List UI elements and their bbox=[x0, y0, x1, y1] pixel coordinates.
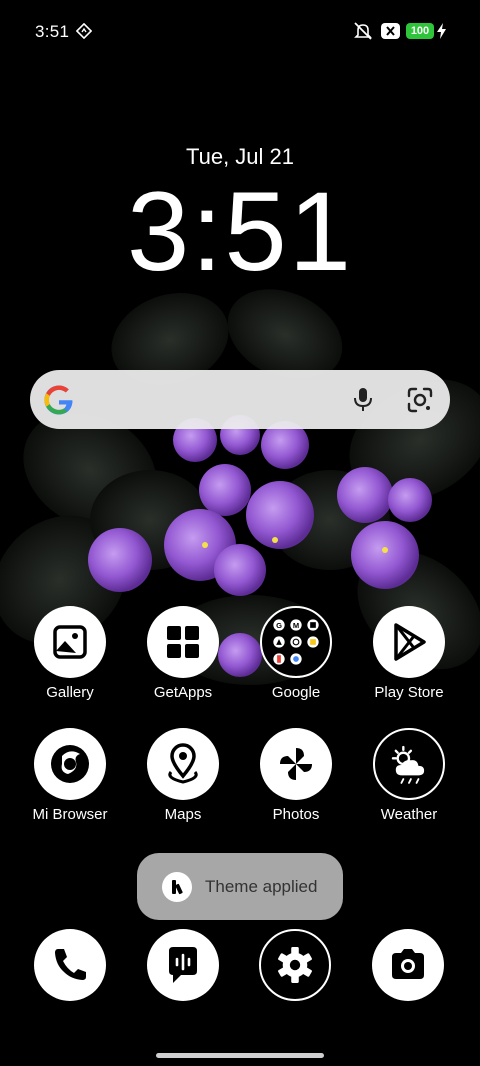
play-store-icon bbox=[373, 606, 445, 678]
svg-text:M: M bbox=[293, 621, 299, 630]
settings-icon bbox=[278, 947, 312, 983]
phone-icon bbox=[55, 949, 86, 980]
dock-settings[interactable] bbox=[259, 929, 331, 1001]
status-bar: 3:51 100 bbox=[0, 0, 480, 62]
app-label: Gallery bbox=[46, 684, 94, 701]
app-weather[interactable]: Weather bbox=[354, 728, 464, 823]
gallery-icon bbox=[34, 606, 106, 678]
clock-widget-time[interactable]: 3:51 bbox=[0, 172, 480, 292]
camera-icon bbox=[392, 949, 424, 979]
xbox-icon bbox=[381, 23, 400, 39]
app-gallery[interactable]: Gallery bbox=[15, 606, 125, 701]
app-label: Mi Browser bbox=[32, 806, 108, 823]
charging-bolt-icon bbox=[437, 23, 446, 39]
clock-widget-date[interactable]: Tue, Jul 21 bbox=[0, 144, 480, 170]
app-label: Weather bbox=[380, 806, 438, 823]
app-label: GetApps bbox=[153, 684, 213, 701]
google-search-bar[interactable] bbox=[30, 370, 450, 429]
svg-text:G: G bbox=[276, 621, 282, 630]
dock-messages[interactable] bbox=[147, 929, 219, 1001]
dock-camera[interactable] bbox=[372, 929, 444, 1001]
messages-icon bbox=[169, 947, 197, 983]
google-folder-icon: G M bbox=[260, 606, 332, 678]
mi-browser-icon bbox=[34, 728, 106, 800]
app-photos[interactable]: Photos bbox=[241, 728, 351, 823]
weather-icon bbox=[373, 728, 445, 800]
toast-notification: Theme applied bbox=[137, 853, 343, 920]
getapps-icon bbox=[147, 606, 219, 678]
maps-icon bbox=[147, 728, 219, 800]
app-play-store[interactable]: Play Store bbox=[354, 606, 464, 701]
app-label: Photos bbox=[272, 806, 320, 823]
folder-google[interactable]: G M Google bbox=[241, 606, 351, 701]
status-time: 3:51 bbox=[35, 22, 70, 41]
dock-phone[interactable] bbox=[34, 929, 106, 1001]
themes-app-icon bbox=[162, 872, 192, 902]
navigation-diamond-icon bbox=[76, 23, 92, 39]
google-lens-icon[interactable] bbox=[404, 384, 436, 416]
microphone-icon[interactable] bbox=[348, 384, 378, 414]
home-gesture-bar[interactable] bbox=[156, 1053, 324, 1058]
google-g-icon bbox=[44, 385, 73, 415]
app-label: Google bbox=[271, 684, 321, 701]
app-maps[interactable]: Maps bbox=[128, 728, 238, 823]
app-label: Play Store bbox=[374, 684, 444, 701]
app-mi-browser[interactable]: Mi Browser bbox=[15, 728, 125, 823]
mute-icon bbox=[354, 22, 372, 40]
toast-message: Theme applied bbox=[205, 877, 318, 896]
battery-icon: 100 bbox=[406, 23, 434, 39]
app-getapps[interactable]: GetApps bbox=[128, 606, 238, 701]
app-label: Maps bbox=[164, 806, 202, 823]
photos-icon bbox=[260, 728, 332, 800]
